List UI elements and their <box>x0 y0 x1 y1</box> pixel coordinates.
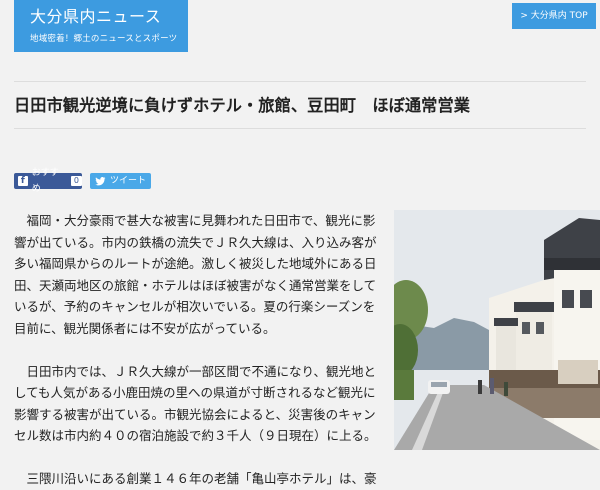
site-title[interactable]: 大分県内ニュース <box>30 7 188 27</box>
chevron-right-icon: > <box>520 11 528 21</box>
site-tagline: 地域密着！郷土のニュースとスポーツ <box>30 34 178 44</box>
twitter-bird-icon <box>95 176 106 186</box>
article-photo <box>394 210 600 450</box>
article-paragraph: 福岡・大分豪雨で甚大な被害に見舞われた日田市で、観光に影響が出ている。市内の鉄橋… <box>14 213 377 336</box>
top-link-button[interactable]: > 大分県内 TOP <box>512 3 596 29</box>
facebook-label: おすすめ <box>31 168 59 194</box>
divider <box>14 81 586 82</box>
article-body: 福岡・大分豪雨で甚大な被害に見舞われた日田市で、観光に影響が出ている。市内の鉄橋… <box>14 210 386 490</box>
tweet-button[interactable]: ツイート <box>90 173 151 189</box>
facebook-recommend-button[interactable]: f おすすめ 0 <box>14 168 82 194</box>
facebook-icon: f <box>18 176 28 186</box>
top-link-label: 大分県内 TOP <box>530 11 588 21</box>
site-logo[interactable]: 大分県内ニュース 地域密着！郷土のニュースとスポーツ <box>14 0 188 52</box>
article-paragraph: 日田市内では、ＪＲ久大線が一部区間で不通になり、観光地としても人気がある小鹿田焼… <box>14 363 377 444</box>
tweet-label: ツイート <box>110 176 147 186</box>
article-title: 日田市観光逆境に負けずホテル・旅館、豆田町 ほぼ通常営業 <box>14 96 471 115</box>
facebook-count: 0 <box>70 176 82 186</box>
article-paragraph: 三隈川沿いにある創業１４６年の老舗「亀山亭ホテル」は、豪 <box>26 471 377 486</box>
divider <box>14 128 586 129</box>
